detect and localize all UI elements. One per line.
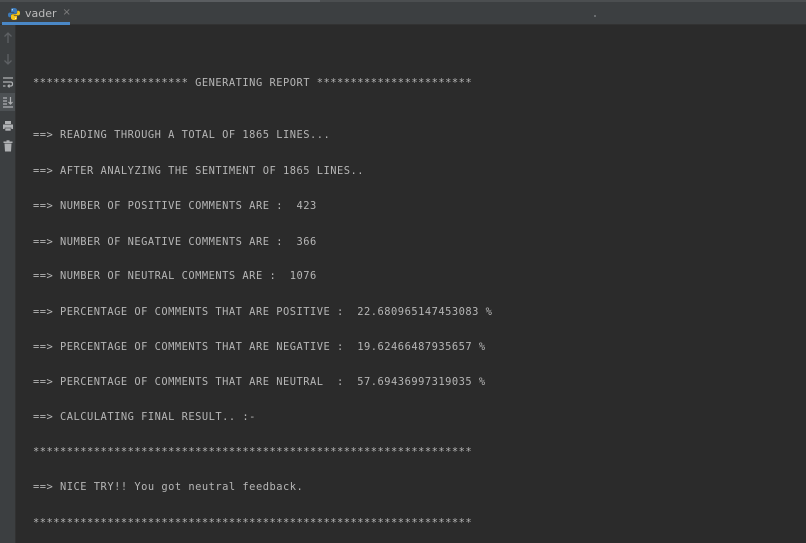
console-line-negative-percent: ==> PERCENTAGE OF COMMENTS THAT ARE NEGA… xyxy=(33,341,486,353)
console-line-final-result: ==> NICE TRY!! You got neutral feedback. xyxy=(33,481,304,493)
down-arrow-icon[interactable] xyxy=(0,50,15,68)
console-output[interactable]: *********************** GENERATING REPOR… xyxy=(16,25,806,543)
scroll-to-end-icon[interactable] xyxy=(0,93,15,111)
close-tab-icon[interactable]: × xyxy=(63,8,71,18)
console-separator-line: ****************************************… xyxy=(33,517,473,529)
console-line-analyzed: ==> AFTER ANALYZING THE SENTIMENT OF 186… xyxy=(33,165,365,177)
trash-icon[interactable] xyxy=(0,137,15,155)
tab-bar-dot xyxy=(594,15,596,17)
console-line-positive-count: ==> NUMBER OF POSITIVE COMMENTS ARE : 42… xyxy=(33,200,317,212)
print-icon[interactable] xyxy=(0,117,15,135)
tab-bar-top-border xyxy=(0,0,806,2)
console-line-positive-percent: ==> PERCENTAGE OF COMMENTS THAT ARE POSI… xyxy=(33,306,493,318)
console-line-neutral-percent: ==> PERCENTAGE OF COMMENTS THAT ARE NEUT… xyxy=(33,376,486,388)
console-line-total-lines: ==> READING THROUGH A TOTAL OF 1865 LINE… xyxy=(33,129,331,141)
tab-label: vader xyxy=(25,6,57,20)
soft-wrap-icon[interactable] xyxy=(0,73,15,91)
console-line-neutral-count: ==> NUMBER OF NEUTRAL COMMENTS ARE : 107… xyxy=(33,270,317,282)
tab-bar-top-accent xyxy=(150,0,320,2)
python-file-icon xyxy=(7,6,21,20)
console-toolbar xyxy=(0,25,16,543)
tab-vader[interactable]: vader × xyxy=(0,2,72,25)
up-arrow-icon[interactable] xyxy=(0,29,15,47)
console-separator-line: ****************************************… xyxy=(33,446,473,458)
console-line-calculating: ==> CALCULATING FINAL RESULT.. :- xyxy=(33,411,256,423)
console-line-negative-count: ==> NUMBER OF NEGATIVE COMMENTS ARE : 36… xyxy=(33,236,317,248)
editor-tab-bar: vader × xyxy=(0,0,806,25)
report-header-line: *********************** GENERATING REPOR… xyxy=(33,77,473,89)
